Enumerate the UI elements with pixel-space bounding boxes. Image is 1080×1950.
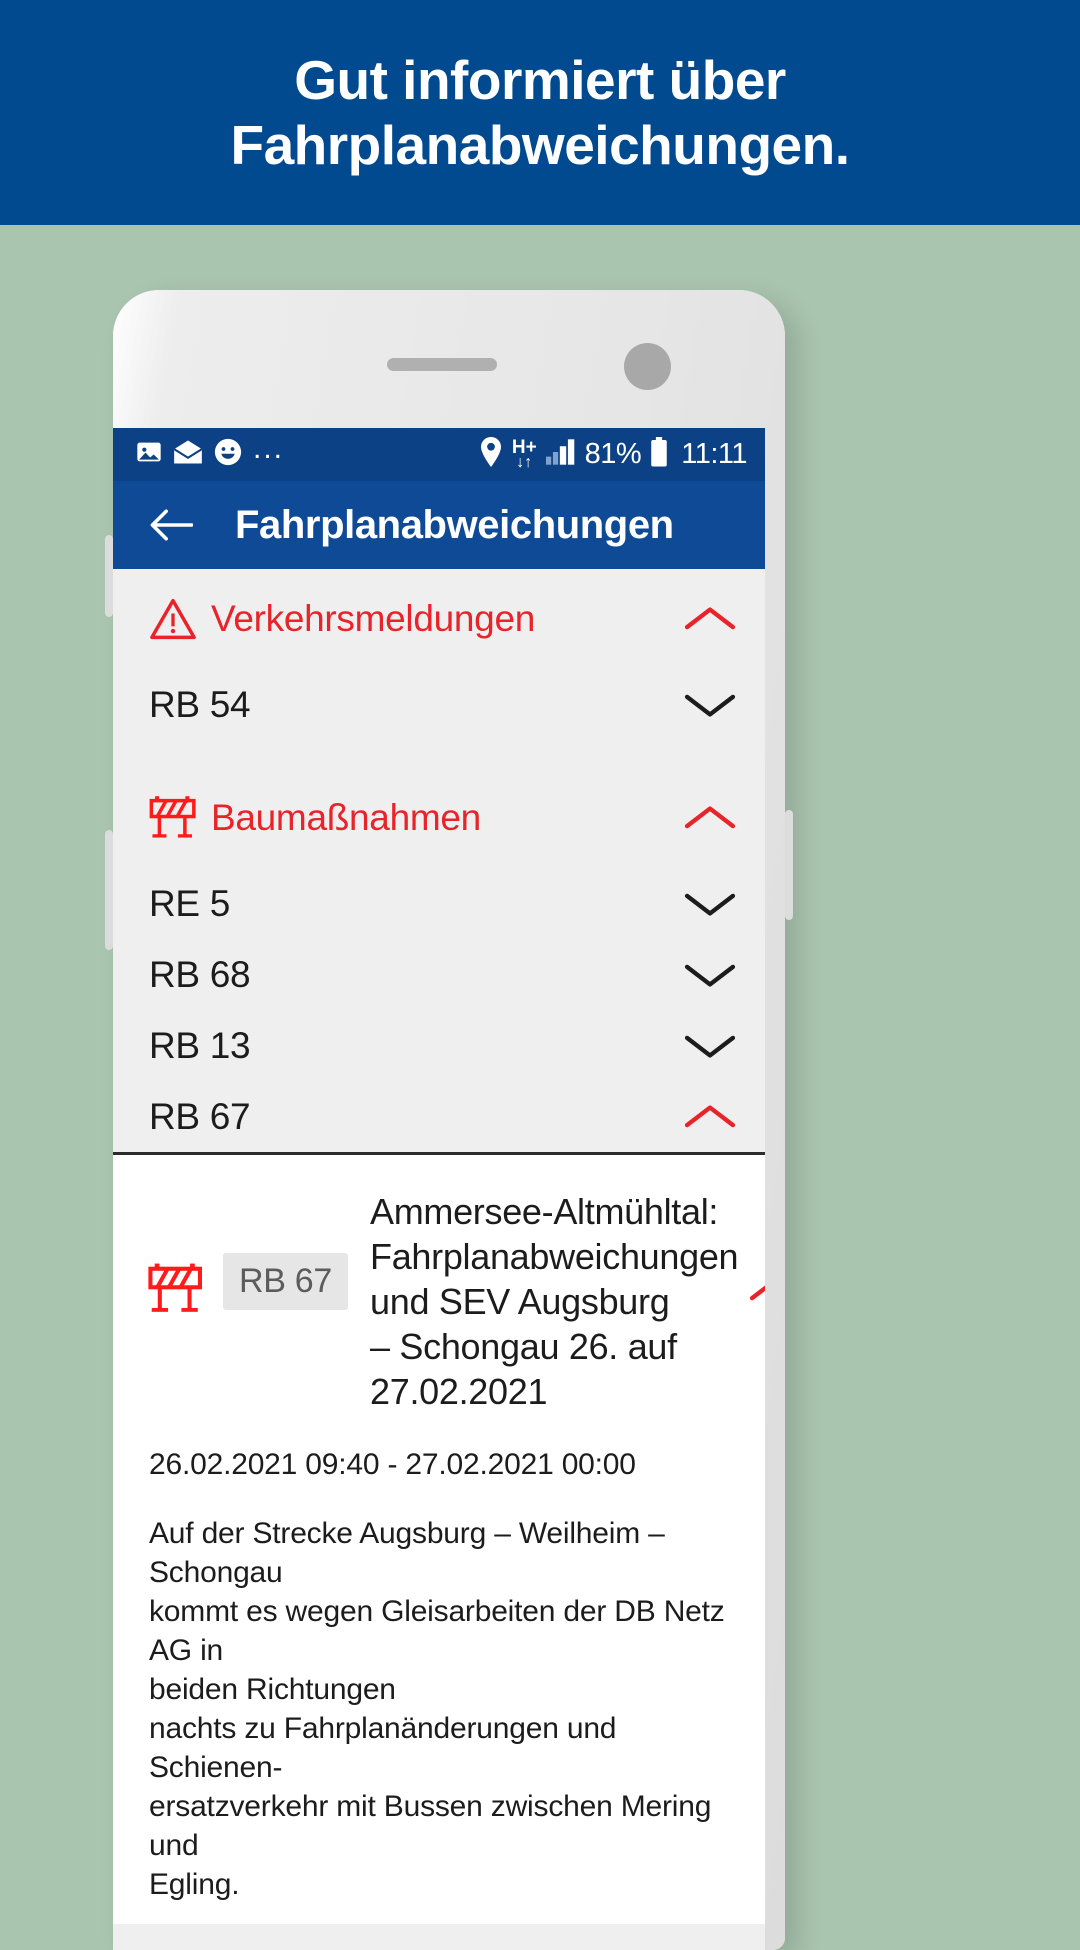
route-label: RB 67: [149, 1095, 251, 1137]
detail-description: Auf der Strecke Augsburg – Weilheim – Sc…: [149, 1517, 725, 1901]
route-label: RE 5: [149, 882, 231, 924]
route-label: RB 68: [149, 953, 251, 995]
chevron-down-icon[interactable]: [683, 958, 737, 992]
deviation-detail-card: RB 67 Ammersee-Altmühltal: Fahrplanabwei…: [113, 1155, 765, 1924]
phone-side-button: [105, 535, 113, 617]
location-pin-icon: [479, 437, 503, 472]
section-header-baumassnahmen[interactable]: Baumaßnahmen: [113, 768, 765, 868]
route-row-rb54[interactable]: RB 54: [113, 669, 765, 740]
promo-headline: Gut informiert über Fahrplanabweichungen…: [230, 49, 850, 176]
page-title: Fahrplanabweichungen: [235, 502, 674, 547]
phone-earpiece-speaker: [387, 358, 497, 371]
construction-barrier-icon: [149, 794, 201, 842]
section-header-verkehrsmeldungen[interactable]: Verkehrsmeldungen: [113, 569, 765, 669]
phone-power-button: [785, 810, 793, 920]
phone-front-camera: [624, 343, 671, 390]
route-label: RB 13: [149, 1024, 251, 1066]
chevron-up-icon[interactable]: [683, 602, 737, 636]
detail-card-header: RB 67 Ammersee-Altmühltal: Fahrplanabwei…: [147, 1189, 765, 1414]
detail-title: Ammersee-Altmühltal: Fahrplanabweichunge…: [370, 1191, 739, 1412]
chevron-up-icon[interactable]: [683, 801, 737, 835]
phone-volume-button: [105, 830, 113, 950]
battery-percent-label: 81%: [584, 438, 642, 470]
route-row-re5[interactable]: RE 5: [113, 868, 765, 939]
clock-label: 11:11: [681, 438, 747, 470]
warning-triangle-icon: [149, 597, 201, 641]
chevron-up-icon[interactable]: [683, 1100, 737, 1134]
phone-mockup: ... H+ ↓↑ 81% 11:11 Fahrplanabweichungen…: [105, 290, 793, 1950]
route-row-rb67[interactable]: RB 67: [113, 1081, 765, 1152]
overflow-dots-icon: ...: [253, 431, 285, 465]
phone-screen: ... H+ ↓↑ 81% 11:11 Fahrplanabweichungen…: [113, 428, 765, 1950]
battery-icon: [650, 437, 668, 472]
smiley-icon: [213, 437, 243, 472]
signal-bars-icon: [545, 439, 576, 470]
detail-date-range: 26.02.2021 09:40 - 27.02.2021 00:00: [149, 1448, 636, 1481]
deviation-list: Verkehrsmeldungen RB 54 Baumaßnahmen RE …: [113, 569, 765, 1152]
status-bar: ... H+ ↓↑ 81% 11:11: [113, 428, 765, 481]
app-bar: Fahrplanabweichungen: [113, 481, 765, 569]
route-row-rb13[interactable]: RB 13: [113, 1010, 765, 1081]
promo-banner: Gut informiert über Fahrplanabweichungen…: [0, 0, 1080, 225]
section-label: Baumaßnahmen: [211, 797, 481, 838]
section-label: Verkehrsmeldungen: [211, 598, 535, 639]
route-row-rb68[interactable]: RB 68: [113, 939, 765, 1010]
construction-barrier-icon: [147, 1189, 223, 1322]
hplus-network-icon: H+ ↓↑: [511, 437, 537, 471]
status-bar-system: H+ ↓↑ 81% 11:11: [479, 437, 747, 472]
chevron-down-icon[interactable]: [683, 887, 737, 921]
envelope-icon: [173, 439, 203, 470]
image-icon: [135, 438, 163, 471]
route-badge: RB 67: [223, 1253, 348, 1310]
chevron-up-icon[interactable]: [738, 1189, 765, 1312]
chevron-down-icon[interactable]: [683, 688, 737, 722]
route-label: RB 54: [149, 683, 251, 725]
chevron-down-icon[interactable]: [683, 1029, 737, 1063]
back-arrow-icon[interactable]: [149, 508, 193, 542]
status-bar-notifications: ...: [135, 431, 285, 472]
